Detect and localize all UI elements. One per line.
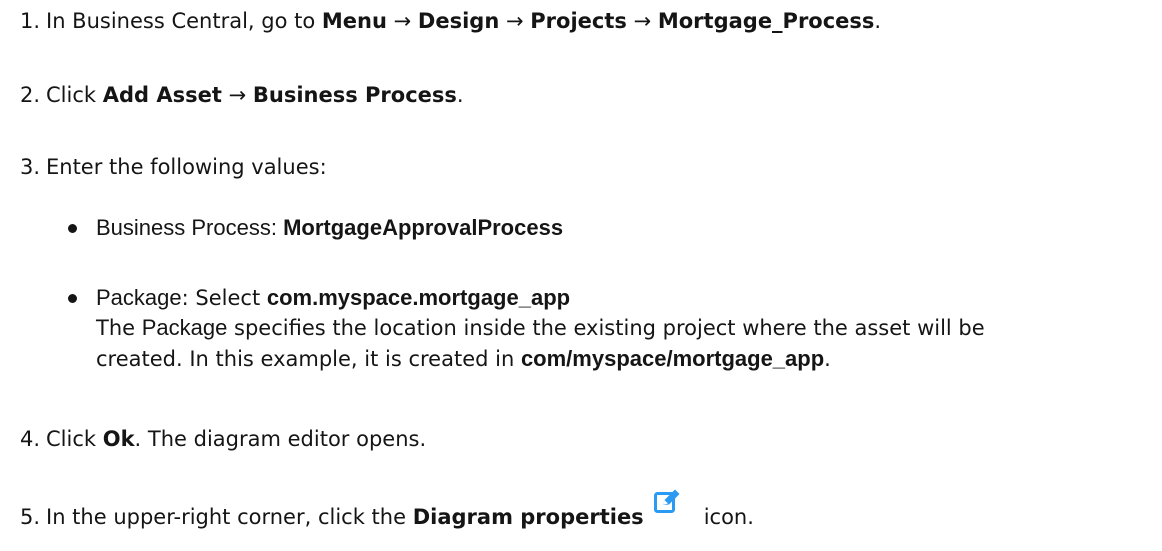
field-value: com.myspace.mortgage_app	[266, 285, 571, 310]
bullet-package: Package: Select com.myspace.mortgage_app	[67, 284, 571, 312]
step-number: 4.	[19, 427, 40, 451]
note-text: specifies the location inside the existi…	[227, 316, 985, 340]
step-number: 2.	[19, 83, 40, 107]
field-label: Business Process	[96, 215, 271, 240]
field-sep: :	[181, 286, 196, 310]
arrow: →	[505, 9, 524, 33]
step-number: 1.	[19, 9, 40, 33]
ui-ok: Ok	[102, 427, 135, 451]
arrow: →	[228, 83, 247, 107]
step-3: 3. Enter the following values:	[0, 153, 327, 181]
step-1: 1. In Business Central, go to Menu → Desi…	[0, 7, 881, 35]
package-note-line-2: created. In this example, it is created …	[96, 345, 831, 373]
step-text: Click	[46, 83, 103, 107]
step-end: .	[874, 9, 882, 33]
ui-projects: Projects	[530, 9, 627, 33]
ui-package: Package	[141, 315, 228, 340]
package-note-line-1: The Package specifies the location insid…	[96, 314, 985, 342]
step-text-b: . The diagram editor opens.	[134, 427, 427, 451]
field-text: Select	[195, 286, 267, 310]
note-text: created. In this example, it is created …	[96, 347, 521, 371]
arrow: →	[393, 9, 412, 33]
field-value: MortgageApprovalProcess	[283, 215, 564, 240]
step-text-b: icon.	[703, 505, 754, 529]
package-path: com/myspace/mortgage_app	[520, 346, 825, 371]
ui-diagram-properties: Diagram properties	[412, 505, 644, 529]
step-text: In Business Central, go to	[46, 9, 322, 33]
step-text: Click	[46, 427, 103, 451]
step-number: 3.	[19, 155, 40, 179]
field-sep: :	[270, 215, 284, 240]
ui-design: Design	[417, 9, 500, 33]
step-4: 4. Click Ok. The diagram editor opens.	[0, 425, 426, 453]
bullet-business-process: Business Process: MortgageApprovalProces…	[67, 214, 564, 242]
step-text: Enter the following values:	[46, 155, 327, 179]
note-text: The	[96, 316, 142, 340]
field-label: Package	[96, 285, 182, 310]
edit-icon	[653, 488, 682, 513]
procedure-steps: 1. In Business Central, go to Menu → Desi…	[0, 0, 1162, 551]
step-2: 2. Click Add Asset → Business Process.	[0, 81, 464, 109]
arrow: →	[633, 9, 652, 33]
step-number: 5.	[19, 505, 40, 529]
step-end: .	[456, 83, 464, 107]
ui-menu: Menu	[321, 9, 387, 33]
note-end: .	[824, 347, 831, 371]
ui-mortgage-process: Mortgage_Process	[657, 9, 875, 33]
step-text: In the upper-right corner, click the	[46, 505, 413, 529]
step-5: 5. In the upper-right corner, click the D…	[0, 489, 754, 531]
ui-business-process: Business Process	[252, 83, 457, 107]
ui-add-asset: Add Asset	[102, 83, 222, 107]
